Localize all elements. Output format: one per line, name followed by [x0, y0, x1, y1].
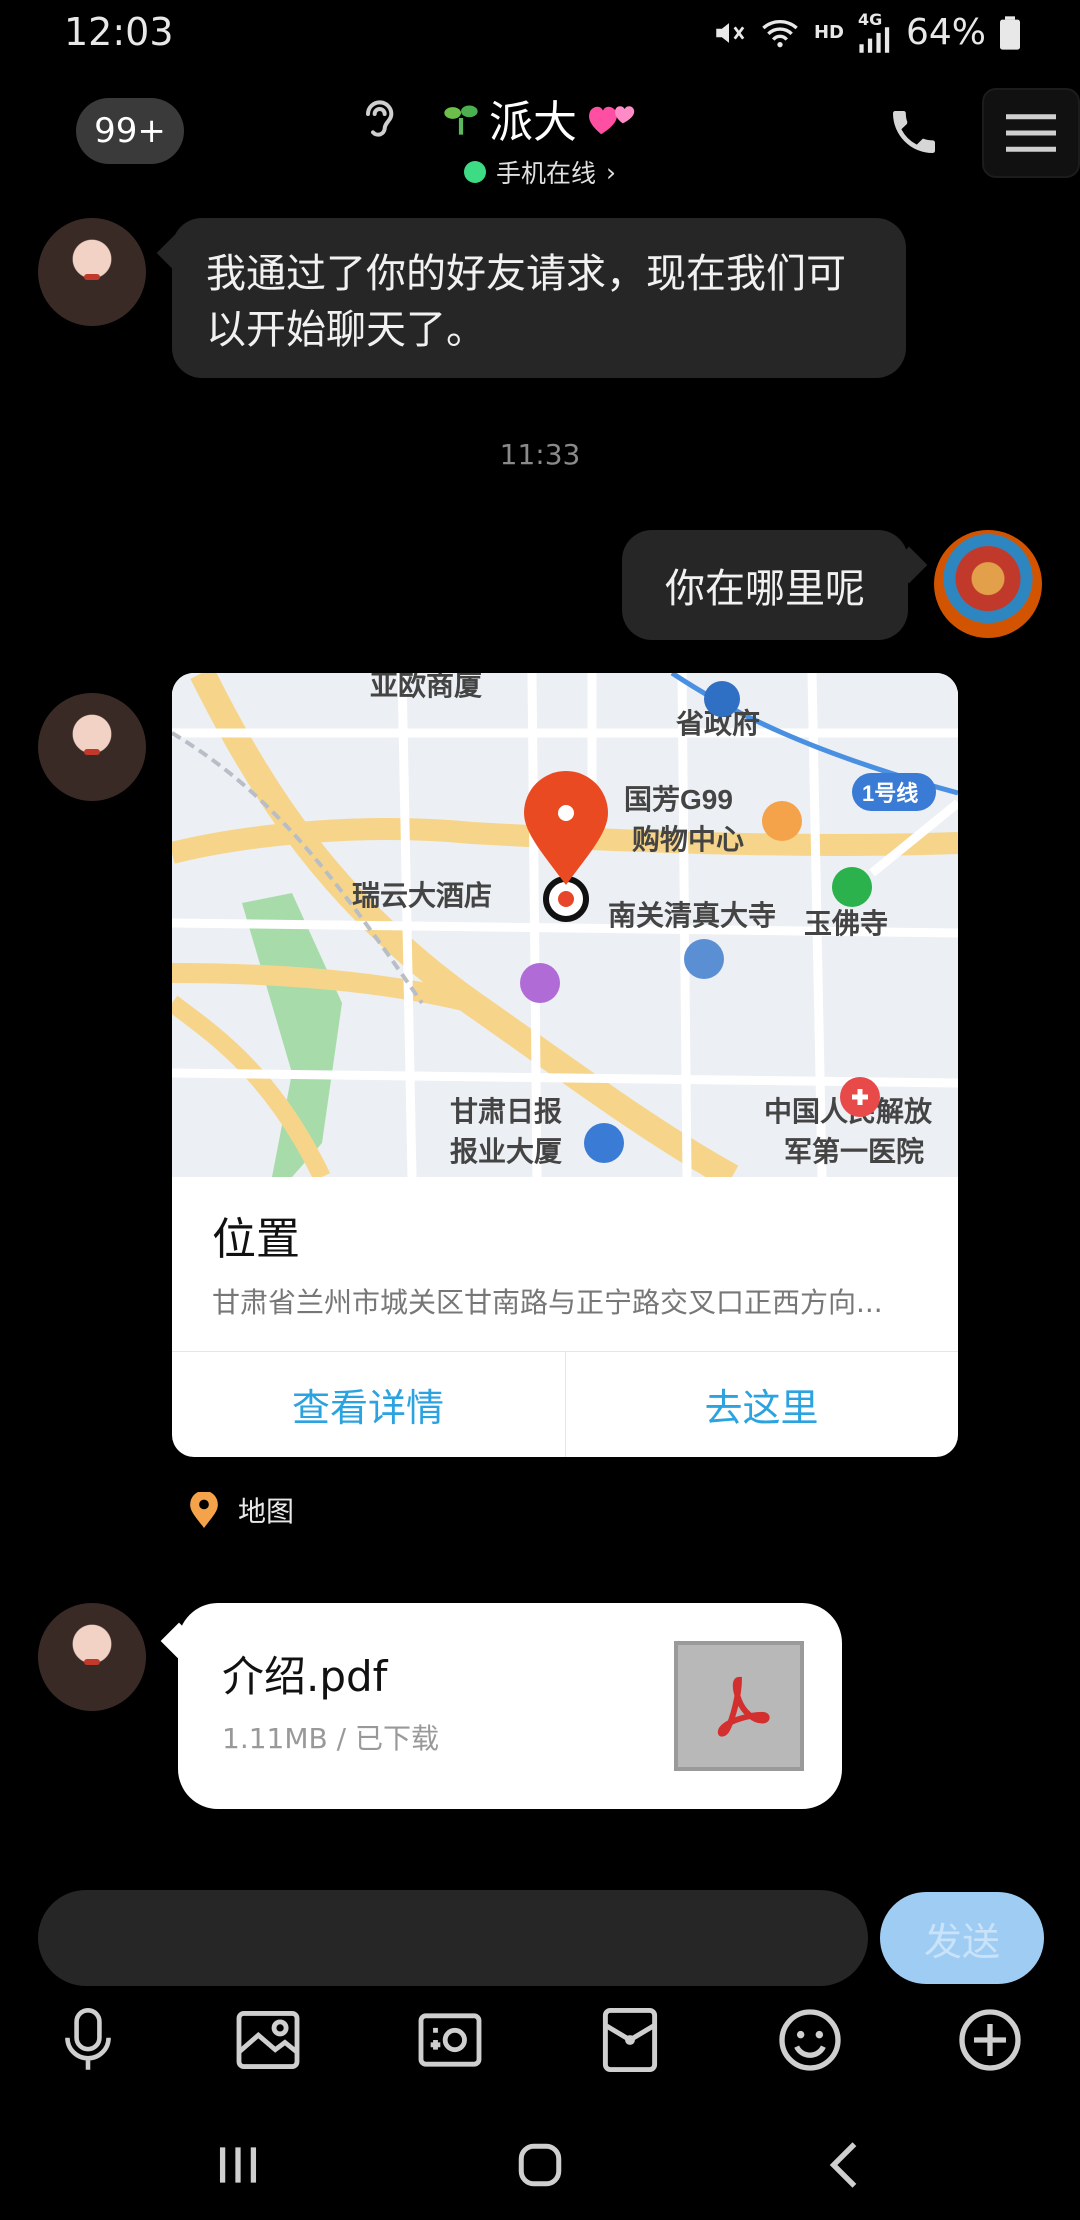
home-icon[interactable]: [500, 2130, 580, 2200]
map-label: 国芳G99: [624, 784, 733, 815]
sprout-icon: [444, 105, 478, 135]
unread-back-badge[interactable]: 99+: [76, 98, 184, 164]
map-label: 南关清真大寺: [608, 900, 776, 931]
map-label: 玉佛寺: [804, 908, 888, 939]
file-message-bubble[interactable]: 介绍.pdf 1.11MB / 已下载: [178, 1603, 842, 1809]
outgoing-message-text: 你在哪里呢: [665, 566, 865, 612]
outgoing-message-bubble[interactable]: 你在哪里呢: [622, 530, 908, 640]
online-status-text: 手机在线: [495, 159, 596, 188]
status-icons: HD 4G 64%: [712, 9, 1020, 53]
map-label: 购物中心: [632, 823, 744, 855]
location-card[interactable]: 亚欧商厦 省政府 国芳G99 购物中心 玉佛寺 瑞云大酒店 南关清真大寺 甘肃日…: [172, 673, 958, 1457]
map-label: 军第一医院: [784, 1135, 924, 1167]
message-timestamp: 11:33: [499, 438, 581, 471]
contact-avatar[interactable]: [38, 1603, 146, 1711]
network-type: 4G: [857, 9, 883, 29]
pdf-file-icon: [674, 1641, 804, 1771]
view-details-button[interactable]: 查看详情: [172, 1352, 564, 1457]
online-status-dot: [463, 161, 486, 183]
location-title: 位置: [212, 1214, 300, 1265]
hamburger-icon: [1006, 114, 1056, 152]
contact-avatar[interactable]: [38, 218, 146, 326]
emoji-icon[interactable]: [774, 2004, 846, 2076]
map-pin-icon: [190, 1492, 218, 1528]
chat-title[interactable]: 派大 手机在线 ›: [370, 86, 710, 190]
red-packet-icon[interactable]: [594, 2004, 666, 2076]
my-avatar[interactable]: [934, 530, 1042, 638]
map-label: 甘肃日报: [450, 1096, 562, 1127]
map-source-label: 地图: [238, 1495, 295, 1528]
hd-label: HD: [813, 22, 844, 43]
phone-call-icon[interactable]: [886, 104, 942, 160]
metro-line-label: 1号线: [862, 781, 918, 806]
contact-avatar[interactable]: [38, 693, 146, 801]
send-button[interactable]: 发送: [880, 1892, 1044, 1984]
contact-name: 派大: [489, 97, 577, 148]
battery-icon: [1000, 15, 1020, 50]
map-label: 亚欧商厦: [370, 673, 482, 701]
mute-icon: [716, 22, 745, 43]
camera-icon[interactable]: [414, 2004, 486, 2076]
map-label: 瑞云大酒店: [352, 880, 492, 911]
chevron-right-icon: ›: [606, 157, 616, 187]
mic-icon[interactable]: [52, 2004, 124, 2076]
hearts-icon: [589, 106, 635, 135]
status-time: 12:03: [64, 10, 174, 54]
signal-icon: [859, 26, 890, 53]
battery-percent: 64%: [905, 12, 986, 53]
message-input[interactable]: [38, 1890, 868, 1986]
incoming-message-bubble[interactable]: 我通过了你的好友请求，现在我们可以开始聊天了。: [172, 218, 906, 378]
map-label: 报业大厦: [450, 1136, 562, 1167]
image-icon[interactable]: [232, 2004, 304, 2076]
recent-apps-icon[interactable]: [198, 2130, 278, 2200]
plus-icon[interactable]: [954, 2004, 1026, 2076]
location-address: 甘肃省兰州市城关区甘南路与正宁路交叉口正西方向...: [212, 1286, 883, 1319]
navigate-here-button[interactable]: 去这里: [565, 1352, 957, 1457]
map-preview[interactable]: 亚欧商厦 省政府 国芳G99 购物中心 玉佛寺 瑞云大酒店 南关清真大寺 甘肃日…: [172, 673, 958, 1177]
file-meta: 1.11MB / 已下载: [222, 1722, 439, 1755]
back-icon[interactable]: [804, 2130, 884, 2200]
map-source[interactable]: 地图: [190, 1490, 294, 1530]
menu-button[interactable]: [982, 88, 1080, 178]
file-name: 介绍.pdf: [222, 1652, 388, 1701]
wifi-icon: [762, 19, 798, 47]
